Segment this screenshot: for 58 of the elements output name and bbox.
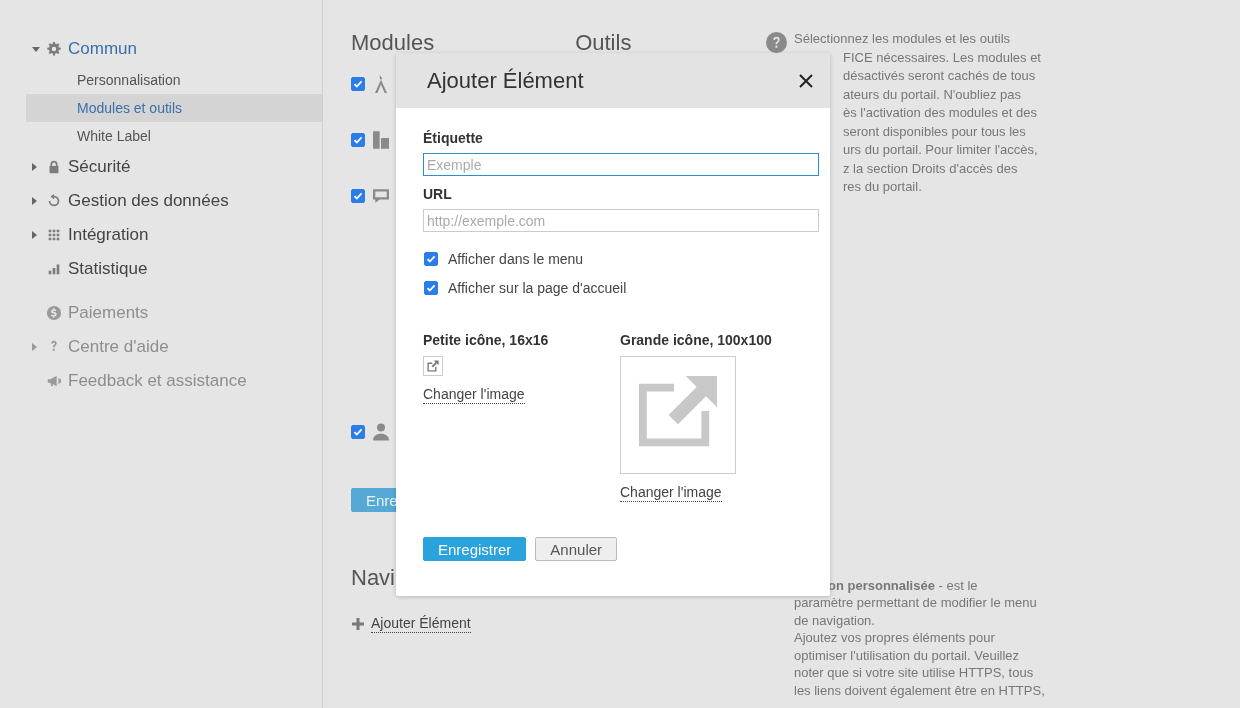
- refresh-icon: [46, 193, 62, 209]
- checkbox[interactable]: [424, 252, 438, 266]
- field-label: URL: [423, 186, 453, 202]
- help-text: FICE nécessaires. Les modules et: [843, 48, 1041, 67]
- external-link-icon: [620, 356, 736, 474]
- module-checkbox[interactable]: [351, 77, 365, 91]
- cancel-button[interactable]: Annuler: [535, 537, 618, 561]
- help-text: paramètre permettant de modifier le menu de navigation.: [794, 594, 1038, 629]
- sidebar-item[interactable]: Intégration: [68, 225, 149, 245]
- section-heading: Navi: [351, 565, 396, 591]
- sidebar-item[interactable]: Statistique: [68, 259, 148, 279]
- megaphone-icon: [46, 373, 62, 389]
- sidebar-subitem[interactable]: Personnalisation: [26, 66, 322, 94]
- help-text: Ajoutez vos propres éléments pour optimiser l'utilisation du portail. Veuillez noter que si votre site utilise HTTPS, tous les liens doivent également être en HTTPS,: [794, 629, 1046, 699]
- checkbox-label: Afficher sur la page d'accueil: [448, 280, 627, 296]
- change-image-link[interactable]: Changer l'image: [620, 484, 722, 502]
- compass-icon: [373, 75, 389, 93]
- plus-icon: [352, 618, 364, 630]
- help-text: urs du portail. Pour limiter l'accès,: [843, 141, 1038, 159]
- add-item-link[interactable]: Ajouter Élément: [371, 615, 471, 633]
- person-icon: [373, 423, 389, 441]
- external-link-icon: [423, 356, 443, 376]
- checkbox[interactable]: [424, 281, 438, 295]
- caret-right-icon[interactable]: [32, 197, 37, 205]
- section-heading: Outils: [575, 30, 632, 56]
- checkbox-label: Afficher dans le menu: [448, 251, 584, 267]
- sidebar-item[interactable]: Commun: [68, 39, 137, 59]
- speech-bubble-icon: [373, 187, 389, 205]
- field-label: Étiquette: [423, 130, 484, 146]
- help-text: res du portail.: [843, 178, 922, 196]
- field-label: Grande icône, 100x100: [620, 332, 772, 348]
- help-text: Sélectionnez les modules et les outils: [794, 30, 1011, 48]
- help-text: z la section Droits d'accès des: [843, 159, 1018, 178]
- module-checkbox[interactable]: [351, 425, 365, 439]
- dialog-title: Ajouter Élément: [427, 67, 584, 94]
- section-heading: Modules: [351, 30, 435, 56]
- module-checkbox[interactable]: [351, 133, 365, 147]
- module-checkbox[interactable]: [351, 189, 365, 203]
- caret-right-icon[interactable]: [32, 231, 37, 239]
- dollar-icon: [46, 305, 62, 321]
- help-text: ateurs du portail. N'oubliez pas: [843, 85, 1022, 104]
- help-text: désactivés seront cachés de tous: [843, 67, 1036, 85]
- help-text: ès l'activation des modules et des: [843, 104, 1037, 122]
- change-image-link[interactable]: Changer l'image: [423, 386, 525, 404]
- field-label: Petite icône, 16x16: [423, 332, 549, 348]
- input-field[interactable]: http://exemple.com: [423, 209, 819, 232]
- sidebar-subitem[interactable]: White Label: [26, 122, 322, 150]
- caret-down-icon[interactable]: [32, 46, 40, 52]
- help-text: seront disponibles pour tous les: [843, 122, 1026, 141]
- close-icon[interactable]: [798, 72, 814, 89]
- building-icon: [373, 131, 389, 149]
- caret-right-icon[interactable]: [32, 163, 37, 171]
- input-field[interactable]: Exemple: [423, 153, 819, 176]
- gear-icon: [46, 41, 62, 57]
- grid-icon: [46, 227, 62, 243]
- sidebar-item[interactable]: Sécurité: [68, 157, 131, 177]
- sidebar-subitem[interactable]: Modules et outils: [26, 94, 322, 122]
- sidebar-item[interactable]: Gestion des données: [68, 191, 229, 211]
